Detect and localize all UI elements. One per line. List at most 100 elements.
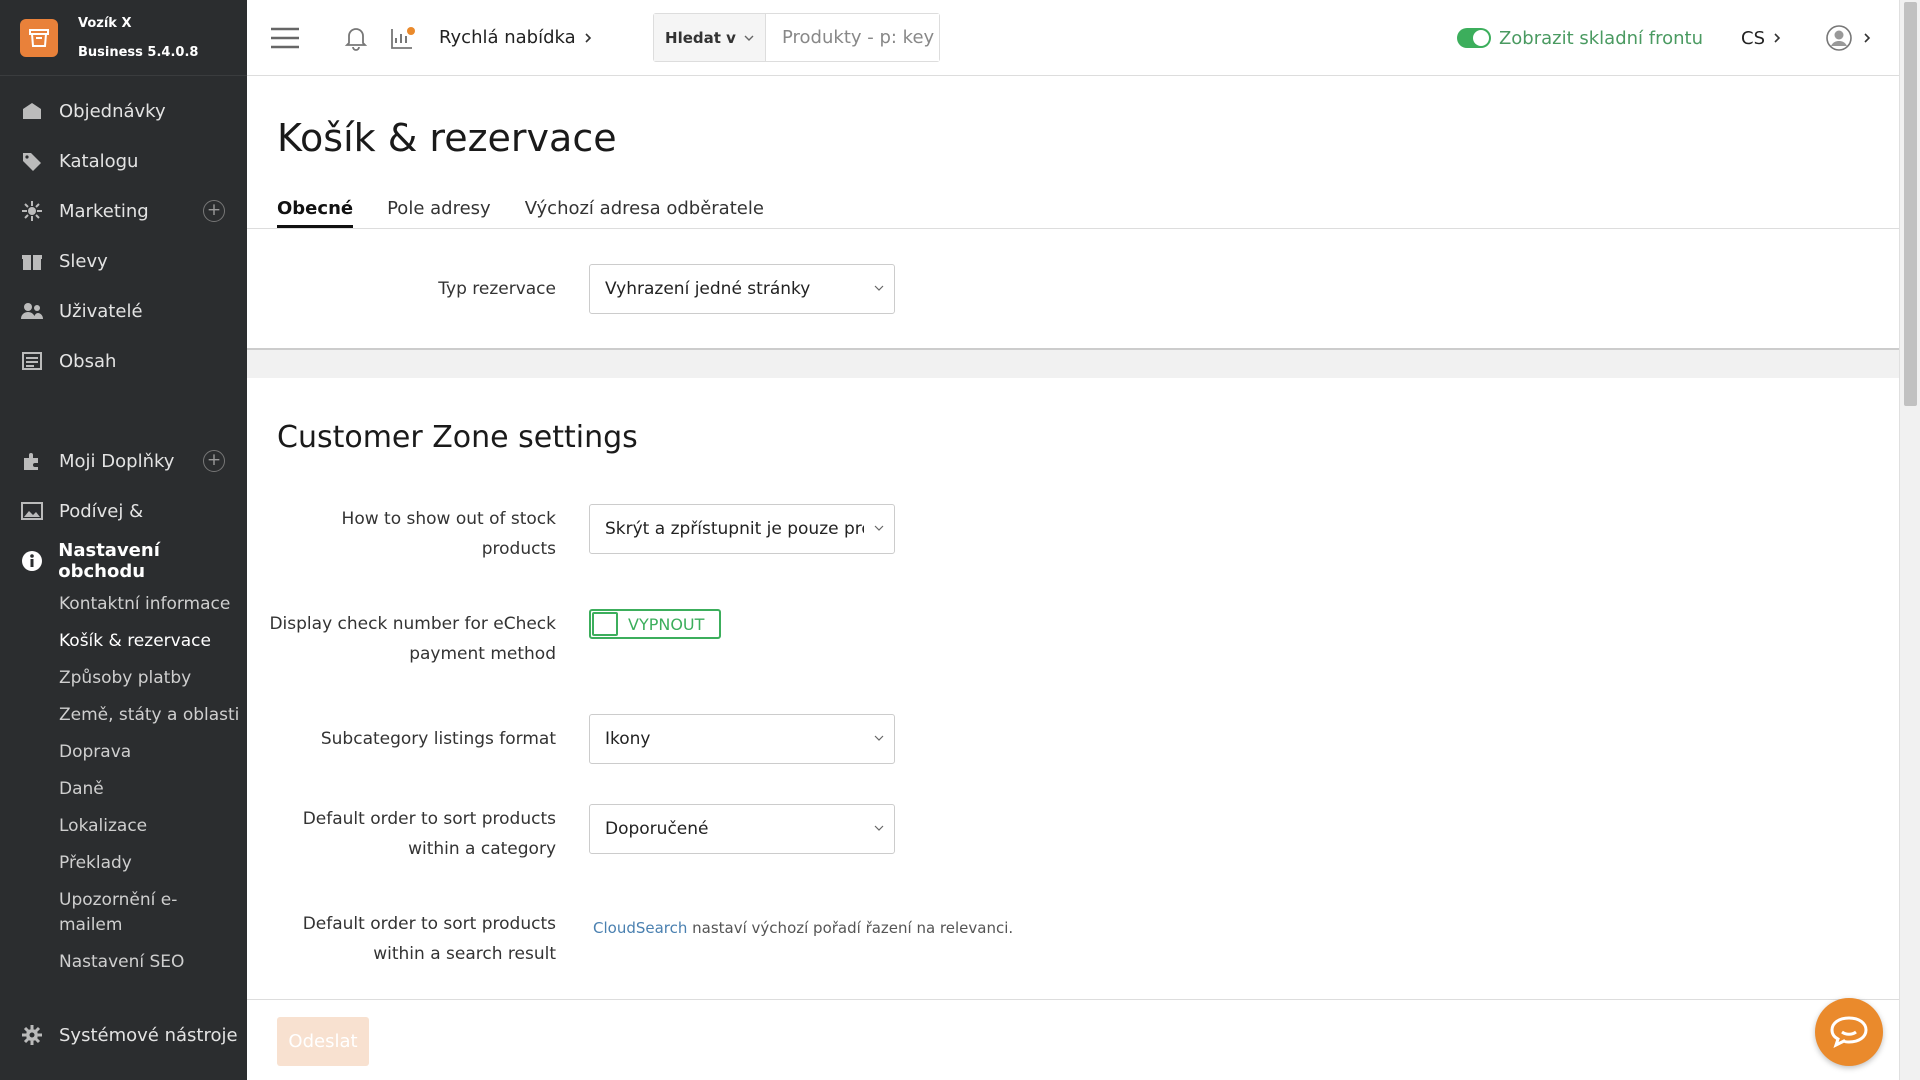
page-scrollbar[interactable] [1899, 0, 1920, 1080]
submenu-localization[interactable]: Lokalizace [59, 808, 247, 845]
sidebar: Vozík X Business 5.4.0.8 Objednávky Kata… [0, 0, 247, 1080]
sidebar-item-orders[interactable]: Objednávky [0, 86, 247, 136]
chat-icon [1830, 1016, 1868, 1048]
sort-category-select[interactable]: Doporučené [589, 804, 895, 854]
submit-button[interactable]: Odeslat [277, 1017, 369, 1066]
echeck-toggle-label: VYPNOUT [628, 614, 705, 634]
chevron-down-icon [874, 825, 884, 831]
view-storefront-link[interactable]: Zobrazit skladní frontu [1499, 28, 1703, 49]
search-scope-dropdown[interactable]: Hledat v [654, 14, 766, 61]
add-marketing-button[interactable]: + [203, 200, 225, 222]
brand[interactable]: Vozík X Business 5.4.0.8 [0, 0, 247, 76]
subcategory-select[interactable]: Ikony [589, 714, 895, 764]
chevron-right-icon [1774, 33, 1781, 43]
main-content: Košík & rezervace Obecné Pole adresy Výc… [247, 76, 1899, 1080]
subcategory-value: Ikony [605, 729, 651, 749]
reservation-type-value: Vyhrazení jedné stránky [605, 279, 811, 299]
sidebar-item-addons[interactable]: Moji Doplňky + [0, 436, 247, 486]
section-title: Customer Zone settings [277, 420, 638, 455]
out-of-stock-value: Skrýt a zpřístupnit je pouze prostřednic… [605, 519, 864, 539]
language-label: CS [1741, 27, 1765, 49]
users-icon [20, 299, 44, 323]
tab-general[interactable]: Obecné [277, 198, 354, 229]
submenu-cart-reservations[interactable]: Košík & rezervace [59, 623, 247, 660]
add-addon-button[interactable]: + [203, 450, 225, 472]
submenu-payment-methods[interactable]: Způsoby platby [59, 660, 247, 697]
sidebar-item-system-tools[interactable]: Systémové nástroje [0, 1010, 247, 1060]
hamburger-menu-icon[interactable] [271, 27, 299, 49]
page-title: Košík & rezervace [277, 116, 617, 160]
image-icon [20, 499, 44, 523]
submenu-translations[interactable]: Překlady [59, 845, 247, 882]
orders-icon [20, 99, 44, 123]
scrollbar-thumb[interactable] [1904, 2, 1917, 406]
sidebar-item-label: Objednávky [59, 100, 166, 122]
puzzle-icon [20, 449, 44, 473]
cloudsearch-link[interactable]: CloudSearch [593, 919, 687, 937]
cart-logo-icon [20, 18, 58, 57]
toggle-knob [592, 612, 618, 636]
sidebar-item-label: Systémové nástroje [59, 1024, 238, 1046]
reservation-type-select[interactable]: Vyhrazení jedné stránky [589, 264, 895, 314]
sidebar-item-discounts[interactable]: Slevy [0, 236, 247, 286]
submenu-countries[interactable]: Země, státy a oblasti [59, 697, 247, 734]
sort-category-label: Default order to sort products within a … [302, 809, 556, 859]
quick-menu[interactable]: Rychlá nabídka [439, 27, 594, 48]
sidebar-item-label: Nastavení obchodu [58, 540, 160, 582]
tags-icon [20, 149, 44, 173]
gear-icon [20, 1023, 44, 1047]
storefront-toggle[interactable] [1456, 28, 1491, 48]
sidebar-item-label: Slevy [59, 250, 108, 272]
chevron-down-icon [874, 525, 884, 531]
sidebar-item-label: Obsah [59, 350, 117, 372]
chevron-right-icon [1864, 33, 1871, 43]
sidebar-item-label: Moji Doplňky [59, 450, 175, 472]
language-selector[interactable]: CS [1741, 28, 1783, 49]
search-input[interactable] [766, 14, 939, 61]
out-of-stock-label: How to show out of stock products [341, 509, 556, 559]
chevron-down-icon [874, 735, 884, 741]
brand-name: Vozík X [78, 15, 132, 31]
search-bar: Hledat v [653, 13, 940, 62]
chevron-right-icon [585, 32, 591, 43]
brand-edition: Business 5.4.0.8 [78, 44, 199, 60]
info-icon [20, 549, 43, 573]
chevron-down-icon [874, 285, 884, 291]
submenu-shipping[interactable]: Doprava [59, 734, 247, 771]
topbar: Rychlá nabídka Hledat v Zobrazit skladní… [247, 0, 1899, 76]
search-scope-label: Hledat v [665, 28, 736, 47]
bell-icon[interactable] [343, 25, 369, 51]
marketing-icon [20, 199, 44, 223]
chevron-down-icon [744, 35, 754, 41]
sidebar-item-users[interactable]: Uživatelé [0, 286, 247, 336]
avatar-icon [1826, 25, 1852, 51]
tab-address-fields[interactable]: Pole adresy [387, 198, 491, 229]
user-menu[interactable] [1825, 24, 1873, 52]
sidebar-item-design[interactable]: Podívej & [0, 486, 247, 536]
submenu-seo-settings[interactable]: Nastavení SEO [59, 944, 247, 981]
echeck-label: Display check number for eCheck payment … [269, 614, 556, 664]
sidebar-item-content[interactable]: Obsah [0, 336, 247, 386]
tab-default-address[interactable]: Výchozí adresa odběratele [525, 198, 764, 229]
echeck-toggle[interactable]: VYPNOUT [589, 609, 721, 639]
sidebar-item-label: Uživatelé [59, 300, 143, 322]
quick-menu-label: Rychlá nabídka [439, 27, 576, 48]
out-of-stock-select[interactable]: Skrýt a zpřístupnit je pouze prostřednic… [589, 504, 895, 554]
sidebar-item-label: Podívej & [59, 500, 144, 522]
submenu-contact-info[interactable]: Kontaktní informace [59, 586, 247, 623]
reservation-type-label: Typ rezervace [438, 279, 556, 299]
submenu-taxes[interactable]: Daně [59, 771, 247, 808]
sort-category-value: Doporučené [605, 819, 709, 839]
analytics-icon[interactable] [389, 25, 417, 51]
tabs: Obecné Pole adresy Výchozí adresa odběra… [277, 198, 798, 229]
sidebar-item-catalog[interactable]: Katalogu [0, 136, 247, 186]
sidebar-item-marketing[interactable]: Marketing + [0, 186, 247, 236]
chat-button[interactable] [1815, 998, 1883, 1066]
submenu-email-notifications[interactable]: Upozornění e-mailem [59, 882, 209, 944]
sort-search-hint-text: nastaví výchozí pořadí řazení na relevan… [687, 919, 1014, 937]
gift-icon [20, 249, 44, 273]
sidebar-item-store-settings[interactable]: Nastavení obchodu [0, 536, 247, 586]
content-icon [20, 349, 44, 373]
subcategory-label: Subcategory listings format [320, 729, 556, 749]
form-footer: Odeslat [247, 999, 1899, 1080]
